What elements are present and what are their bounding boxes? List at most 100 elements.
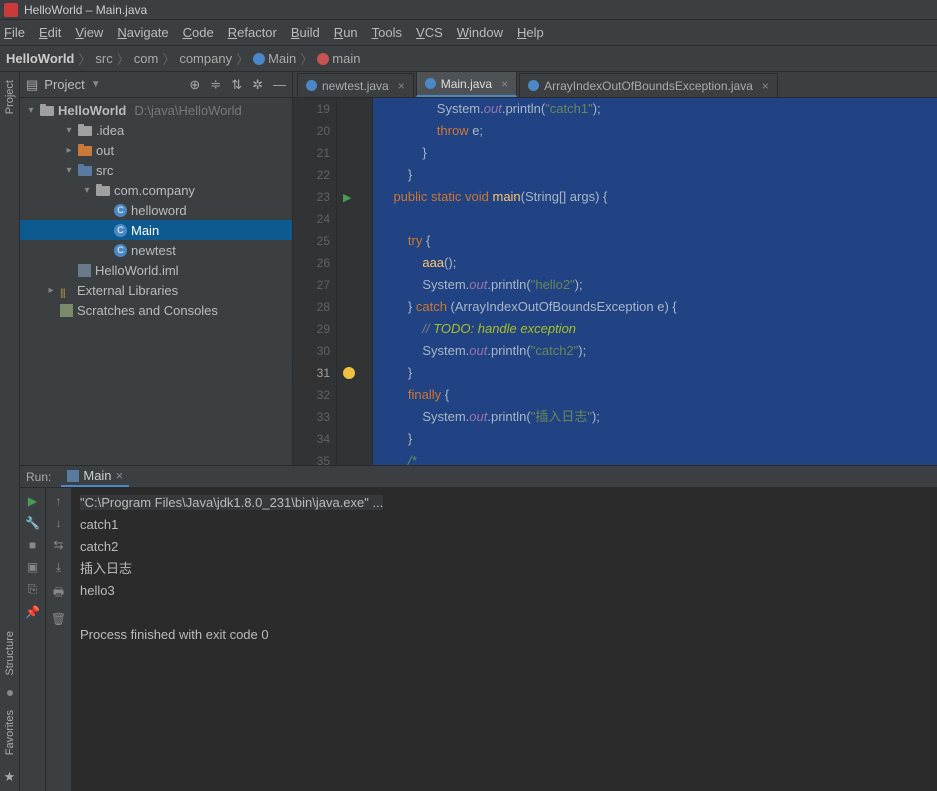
editor-tab[interactable]: ArrayIndexOutOfBoundsException.java × xyxy=(519,73,778,97)
menu-help[interactable]: Help xyxy=(517,25,544,40)
tree-item[interactable]: CMain xyxy=(20,220,292,240)
collapse-icon[interactable]: ⇅ xyxy=(231,77,242,93)
exit-icon[interactable]: ⎘ xyxy=(28,582,38,597)
trash-icon[interactable]: 🗑 xyxy=(51,612,66,626)
editor-area: newtest.java×Main.java×ArrayIndexOutOfBo… xyxy=(293,72,937,465)
console-line: catch1 xyxy=(80,514,929,536)
close-icon[interactable]: × xyxy=(398,79,405,93)
rerun-icon[interactable]: ▶ xyxy=(28,494,37,508)
tree-item[interactable]: HelloWorld.iml xyxy=(20,260,292,280)
run-panel: Run: Main × ▶ 🔧 ■ ▣ ⎘ 📌 ↑ ↓ ⇆ ⤓ 🖶 xyxy=(20,465,937,791)
close-icon[interactable]: × xyxy=(501,77,508,91)
menu-refactor[interactable]: Refactor xyxy=(228,25,277,40)
menu-build[interactable]: Build xyxy=(291,25,320,40)
folder-icon xyxy=(78,144,92,156)
run-tab[interactable]: Main × xyxy=(61,466,129,487)
print-icon[interactable]: 🖶 xyxy=(53,583,64,604)
stop-icon[interactable]: ■ xyxy=(29,538,36,552)
editor-tabs: newtest.java×Main.java×ArrayIndexOutOfBo… xyxy=(293,72,937,98)
breadcrumb-sep: 〉 xyxy=(117,49,130,68)
breadcrumb-item[interactable]: HelloWorld xyxy=(6,51,74,66)
tree-item[interactable]: ▸ out xyxy=(20,140,292,160)
folder-icon xyxy=(78,164,92,176)
tree-arrow-icon[interactable]: ▾ xyxy=(64,125,74,136)
tree-label: helloword xyxy=(131,203,187,218)
tree-label: com.company xyxy=(114,183,195,198)
tree-arrow-icon[interactable]: ▸ xyxy=(64,145,74,156)
run-header: Run: Main × xyxy=(20,466,937,488)
breadcrumb-item[interactable]: Main xyxy=(253,51,296,66)
tree-root[interactable]: ▾ HelloWorld D:\java\HelloWorld xyxy=(20,100,292,120)
menu-bar: File Edit View Navigate Code Refactor Build Run… xyxy=(0,20,937,46)
tree-arrow-icon[interactable]: ▾ xyxy=(64,165,74,176)
star-icon: ★ xyxy=(4,769,16,785)
tree-item[interactable]: Scratches and Consoles xyxy=(20,300,292,320)
menu-window[interactable]: Window xyxy=(457,25,503,40)
menu-file[interactable]: File xyxy=(4,25,25,40)
project-icon: ▤ xyxy=(26,77,38,93)
layout-icon[interactable]: ▣ xyxy=(27,560,38,574)
breadcrumb-item[interactable]: src xyxy=(95,51,112,66)
tree-item[interactable]: ▸External Libraries xyxy=(20,280,292,300)
menu-tools[interactable]: Tools xyxy=(372,25,402,40)
tree-item[interactable]: Cnewtest xyxy=(20,240,292,260)
icon-gutter: ▶ xyxy=(337,98,373,465)
app-icon xyxy=(4,3,18,17)
tab-label: newtest.java xyxy=(322,79,389,93)
menu-code[interactable]: Code xyxy=(183,25,214,40)
tool-favorites-tab[interactable]: Favorites xyxy=(4,710,16,755)
console-line xyxy=(80,602,929,624)
code-area[interactable]: 1920212223242526272829303132333435 ▶ Sys… xyxy=(293,98,937,465)
menu-run[interactable]: Run xyxy=(334,25,358,40)
menu-edit[interactable]: Edit xyxy=(39,25,61,40)
up-icon[interactable]: ↑ xyxy=(56,494,62,508)
code-content[interactable]: System.out.println("catch1"); throw e; }… xyxy=(373,98,937,465)
wrap-icon[interactable]: ⇆ xyxy=(53,538,63,552)
menu-view[interactable]: View xyxy=(75,25,103,40)
root-label: HelloWorld xyxy=(58,103,126,118)
tree-item[interactable]: ▾ com.company xyxy=(20,180,292,200)
tab-label: ArrayIndexOutOfBoundsException.java xyxy=(544,79,753,93)
tree-item[interactable]: ▾ src xyxy=(20,160,292,180)
upper-split: ▤ Project ▼ ⊕ ≑ ⇅ ✲ — ▾ HelloWorld D:\j xyxy=(20,72,937,465)
tree-item[interactable]: ▾.idea xyxy=(20,120,292,140)
project-tree[interactable]: ▾ HelloWorld D:\java\HelloWorld ▾.idea ▸ o… xyxy=(20,98,292,465)
breadcrumb-item[interactable]: main xyxy=(317,51,360,66)
tree-label: out xyxy=(96,143,114,158)
expand-icon[interactable]: ≑ xyxy=(210,77,221,93)
library-icon xyxy=(60,284,73,297)
settings-icon[interactable]: ✲ xyxy=(252,77,263,93)
hide-icon[interactable]: — xyxy=(273,77,286,92)
menu-vcs[interactable]: VCS xyxy=(416,25,443,40)
down-icon[interactable]: ↓ xyxy=(56,516,62,530)
console-output[interactable]: "C:\Program Files\Java\jdk1.8.0_231\bin\… xyxy=(72,488,937,791)
tree-label: src xyxy=(96,163,113,178)
breadcrumb-item[interactable]: com xyxy=(134,51,159,66)
title-bar: HelloWorld – Main.java xyxy=(0,0,937,20)
wrench-icon[interactable]: 🔧 xyxy=(25,516,40,530)
breadcrumb-item[interactable]: company xyxy=(179,51,232,66)
tool-structure-tab[interactable]: Structure xyxy=(4,631,16,676)
main-area: ▤ Project ▼ ⊕ ≑ ⇅ ✲ — ▾ HelloWorld D:\j xyxy=(20,72,937,791)
tool-project-tab[interactable]: Project xyxy=(4,80,16,114)
class-icon xyxy=(306,80,317,91)
editor-tab[interactable]: newtest.java × xyxy=(297,73,414,97)
close-icon[interactable]: × xyxy=(762,79,769,93)
bulb-icon[interactable] xyxy=(343,367,355,379)
pin-icon[interactable]: 📌 xyxy=(25,605,40,619)
tree-arrow-icon[interactable]: ▸ xyxy=(46,285,56,296)
dropdown-icon[interactable]: ▼ xyxy=(91,79,101,90)
locate-icon[interactable]: ⊕ xyxy=(189,77,200,93)
tree-item[interactable]: Chelloword xyxy=(20,200,292,220)
tab-label: Main.java xyxy=(441,77,492,91)
close-icon[interactable]: × xyxy=(116,468,124,483)
run-gutter-icon[interactable]: ▶ xyxy=(343,191,351,204)
breadcrumb: HelloWorld〉src〉com〉company〉Main〉main xyxy=(0,46,937,72)
line-gutter: 1920212223242526272829303132333435 xyxy=(293,98,337,465)
run-body: ▶ 🔧 ■ ▣ ⎘ 📌 ↑ ↓ ⇆ ⤓ 🖶 🗑 "C:\Program File… xyxy=(20,488,937,791)
tree-arrow-icon[interactable]: ▾ xyxy=(82,185,92,196)
scroll-icon[interactable]: ⤓ xyxy=(56,560,61,575)
menu-navigate[interactable]: Navigate xyxy=(117,25,168,40)
editor-tab[interactable]: Main.java × xyxy=(416,71,517,97)
breadcrumb-sep: 〉 xyxy=(300,49,313,68)
